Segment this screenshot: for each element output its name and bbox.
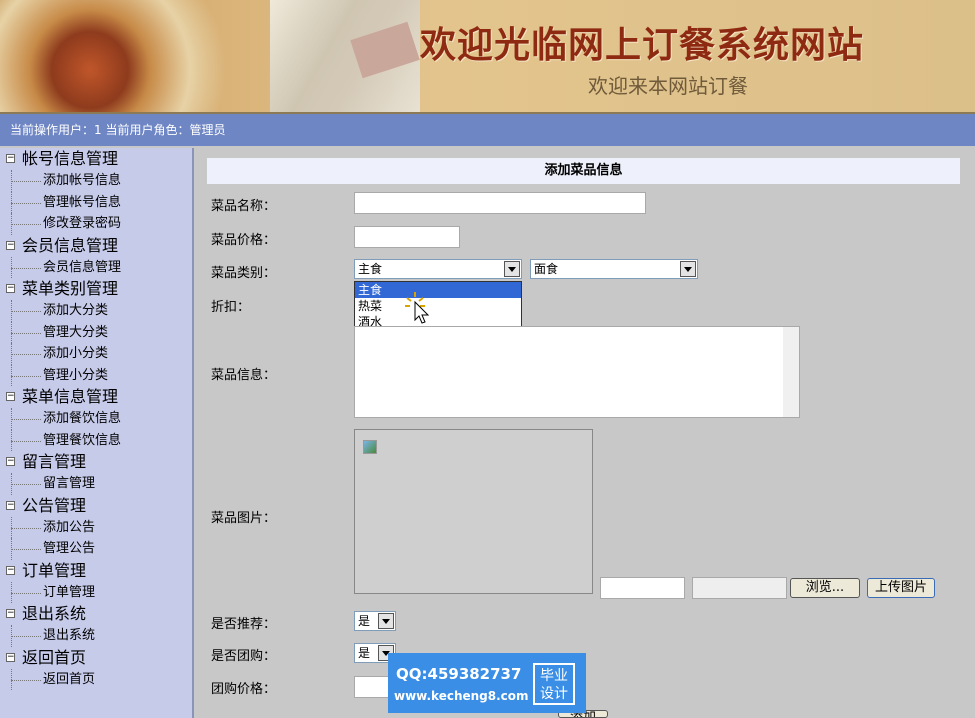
sidebar-group-account[interactable]: − 帐号信息管理 xyxy=(0,148,192,170)
subcategory-select-value: 面食 xyxy=(534,262,559,276)
collapse-icon[interactable]: − xyxy=(6,392,15,401)
sidebar-group-menu-info[interactable]: − 菜单信息管理 xyxy=(0,386,192,408)
discount-label: 折扣： xyxy=(211,300,251,315)
group-buy-select-value: 是 xyxy=(358,646,371,660)
watermark-badge: 毕业 设计 xyxy=(533,663,575,705)
dish-image-preview xyxy=(354,429,593,594)
dish-category-label: 菜品类别： xyxy=(211,266,277,281)
dish-name-input[interactable] xyxy=(354,192,646,214)
group-price-label: 团购价格： xyxy=(211,682,277,697)
group-buy-label: 是否团购： xyxy=(211,649,277,664)
recommend-select-value: 是 xyxy=(358,614,371,628)
watermark-overlay: QQ:459382737 www.kecheng8.com 毕业 设计 xyxy=(388,653,586,713)
collapse-icon[interactable]: − xyxy=(6,565,15,575)
collapse-icon[interactable]: − xyxy=(6,240,15,250)
dish-info-label: 菜品信息： xyxy=(211,368,277,383)
sidebar-item-manage-major-category[interactable]: 管理大分类 xyxy=(0,321,192,344)
sidebar-item-manage-account[interactable]: 管理帐号信息 xyxy=(0,191,192,214)
collapse-icon[interactable]: − xyxy=(6,609,15,618)
category-select-value: 主食 xyxy=(358,262,383,276)
upload-image-button[interactable]: 上传图片 xyxy=(867,578,935,598)
dish-name-label: 菜品名称： xyxy=(211,199,277,214)
collapse-icon[interactable]: − xyxy=(6,500,15,510)
sidebar-item-manage-notice[interactable]: 管理公告 xyxy=(0,538,192,560)
browse-button[interactable]: 浏览... xyxy=(790,578,860,598)
category-select[interactable]: 主食 xyxy=(354,259,522,279)
sidebar-item-message-manage[interactable]: 留言管理 xyxy=(0,473,192,495)
sidebar-item-change-password[interactable]: 修改登录密码 xyxy=(0,213,192,235)
sidebar-item-add-notice[interactable]: 添加公告 xyxy=(0,516,192,539)
recommend-label: 是否推荐： xyxy=(211,617,277,632)
sidebar-item-add-food[interactable]: 添加餐饮信息 xyxy=(0,408,192,430)
collapse-icon[interactable]: − xyxy=(6,652,15,662)
sidebar-item-add-minor-category[interactable]: 添加小分类 xyxy=(0,343,192,365)
chevron-down-icon[interactable] xyxy=(378,613,394,629)
subcategory-select[interactable]: 面食 xyxy=(530,259,698,279)
banner-food-image xyxy=(0,0,270,112)
sidebar-group-menu-category[interactable]: − 菜单类别管理 xyxy=(0,278,192,300)
file-input[interactable] xyxy=(692,577,787,599)
collapse-icon[interactable]: − xyxy=(6,154,15,163)
site-banner: 欢迎光临网上订餐系统网站 欢迎来本网站订餐 xyxy=(0,0,975,114)
recommend-select[interactable]: 是 xyxy=(354,611,396,631)
sidebar-nav: − 帐号信息管理 添加帐号信息 管理帐号信息 修改登录密码 − 会员信息管理 会员信… xyxy=(0,148,194,718)
sidebar-group-member[interactable]: − 会员信息管理 xyxy=(0,235,192,257)
broken-image-icon xyxy=(363,440,377,454)
dish-image-label: 菜品图片： xyxy=(211,511,277,526)
sidebar-group-logout[interactable]: − 退出系统 xyxy=(0,603,192,625)
sidebar-group-orders[interactable]: − 订单管理 xyxy=(0,560,192,582)
form-title: 添加菜品信息 xyxy=(207,158,960,184)
image-path-input[interactable] xyxy=(600,577,685,599)
dish-info-textarea[interactable] xyxy=(354,326,800,418)
sidebar-item-add-major-category[interactable]: 添加大分类 xyxy=(0,300,192,322)
chevron-down-icon[interactable] xyxy=(504,261,520,277)
category-option[interactable]: 主食 xyxy=(355,282,521,298)
sidebar-item-add-account[interactable]: 添加帐号信息 xyxy=(0,170,192,192)
category-dropdown-list[interactable]: 主食 热菜 酒水 xyxy=(354,281,522,332)
sidebar-item-logout[interactable]: 退出系统 xyxy=(0,625,192,647)
category-option[interactable]: 热菜 xyxy=(355,298,521,314)
sidebar-item-manage-food[interactable]: 管理餐饮信息 xyxy=(0,429,192,452)
textarea-scrollbar[interactable] xyxy=(783,327,799,417)
pointer-cursor-icon xyxy=(405,292,430,324)
sidebar-item-order-manage[interactable]: 订单管理 xyxy=(0,581,192,604)
sidebar-group-messages[interactable]: − 留言管理 xyxy=(0,451,192,473)
chevron-down-icon[interactable] xyxy=(680,261,696,277)
sidebar-item-manage-minor-category[interactable]: 管理小分类 xyxy=(0,364,192,387)
sidebar-group-notice[interactable]: − 公告管理 xyxy=(0,495,192,517)
dish-price-label: 菜品价格： xyxy=(211,233,277,248)
sidebar-item-home[interactable]: 返回首页 xyxy=(0,668,192,691)
watermark-url: www.kecheng8.com xyxy=(394,689,529,703)
banner-subtitle: 欢迎来本网站订餐 xyxy=(588,74,748,98)
collapse-icon[interactable]: − xyxy=(6,457,15,466)
banner-title: 欢迎光临网上订餐系统网站 xyxy=(420,24,865,66)
status-bar: 当前操作用户：1 当前用户角色：管理员 xyxy=(0,114,975,146)
watermark-qq: QQ:459382737 xyxy=(396,665,522,683)
sidebar-group-home[interactable]: − 返回首页 xyxy=(0,647,192,669)
sidebar-item-member-manage[interactable]: 会员信息管理 xyxy=(0,256,192,279)
dish-price-input[interactable] xyxy=(354,226,460,248)
main-content: 添加菜品信息 菜品名称： 菜品价格： 菜品类别： 主食 面食 折扣： 主食 热菜… xyxy=(196,148,975,718)
collapse-icon[interactable]: − xyxy=(6,284,15,293)
